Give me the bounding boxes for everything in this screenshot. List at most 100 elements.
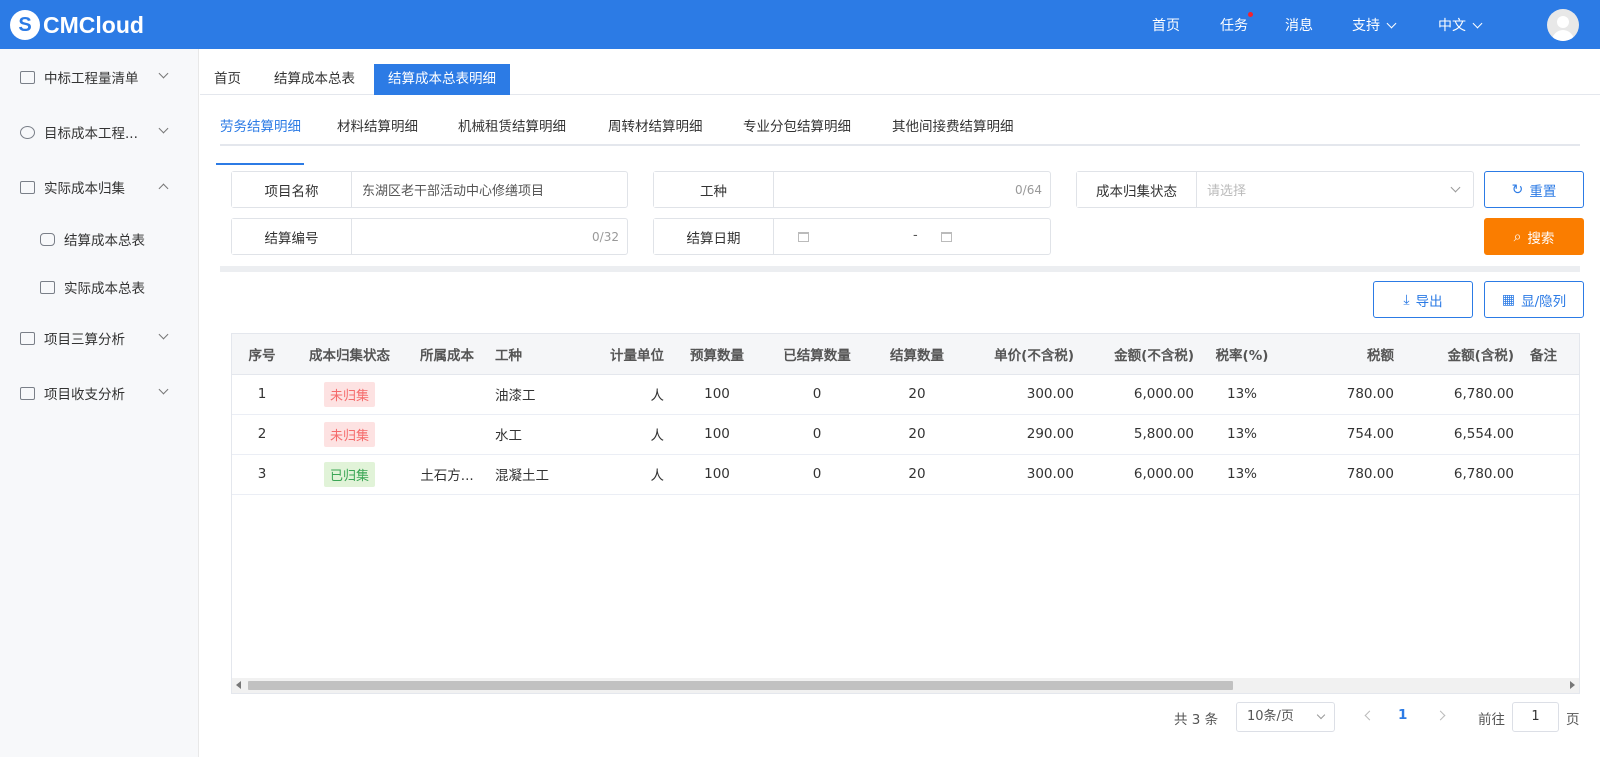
- avatar[interactable]: [1547, 9, 1579, 41]
- cell-no: 3: [232, 454, 292, 495]
- chevron-down-icon: [158, 384, 169, 395]
- cost-status-select[interactable]: 请选择: [1197, 172, 1473, 207]
- settlement-no-label: 结算编号: [232, 219, 352, 254]
- settlement-no-count: 0/32: [592, 229, 619, 244]
- settlement-date-range[interactable]: -: [774, 219, 1050, 254]
- cell-work-type: 水工: [487, 414, 587, 455]
- nav-messages[interactable]: 消息: [1285, 15, 1313, 35]
- column-header: 备注: [1522, 334, 1579, 375]
- subtab-material[interactable]: 材料结算明细: [337, 115, 418, 135]
- toggle-columns-label: 显/隐列: [1521, 293, 1567, 310]
- sidebar-item-label: 中标工程量清单: [44, 71, 139, 87]
- sidebar-item-actual-summary[interactable]: 实际成本总表: [0, 267, 199, 307]
- subtab-subcontract[interactable]: 专业分包结算明细: [743, 115, 851, 135]
- settlement-date-field: 结算日期 -: [653, 218, 1051, 255]
- tab-settlement-detail[interactable]: 结算成本总表明细: [374, 64, 510, 95]
- refresh-icon: ↻: [1511, 181, 1524, 198]
- avatar-body-icon: [1552, 30, 1574, 41]
- scrollbar-thumb[interactable]: [248, 681, 1233, 690]
- cell-unit-price: 300.00: [962, 374, 1082, 415]
- table-row[interactable]: 1 未归集 油漆工 人 100 0 20 300.00 6,000.00 13%…: [232, 374, 1579, 415]
- settlement-no-input[interactable]: 0/32: [352, 219, 627, 254]
- cost-status-label: 成本归集状态: [1077, 172, 1197, 207]
- reset-button[interactable]: ↻ 重置: [1484, 171, 1584, 208]
- project-name-label: 项目名称: [232, 172, 352, 207]
- cell-budget-qty: 100: [672, 414, 762, 455]
- column-header: 工种: [487, 334, 587, 375]
- search-button-label: 搜索: [1527, 230, 1555, 247]
- logo-mark-icon: S: [10, 10, 40, 40]
- cell-work-type: 混凝土工: [487, 454, 587, 495]
- calendar-icon: [798, 232, 809, 242]
- subtab-label: 劳务结算明细: [220, 119, 301, 135]
- section-divider: [220, 266, 1580, 272]
- sidebar-item-label: 结算成本总表: [64, 233, 145, 249]
- work-type-input[interactable]: 0/64: [774, 172, 1050, 207]
- cell-tax-rate: 13%: [1202, 454, 1282, 495]
- toggle-columns-button[interactable]: ▦ 显/隐列: [1484, 281, 1584, 318]
- calculator-icon: [40, 280, 55, 294]
- prev-page-icon[interactable]: [1364, 710, 1375, 721]
- cell-settlement-qty: 20: [872, 414, 962, 455]
- cell-unit: 人: [587, 374, 672, 415]
- sidebar-item-settlement-summary[interactable]: 结算成本总表: [0, 219, 199, 259]
- cell-remark: [1522, 414, 1579, 455]
- subtab-indirect[interactable]: 其他间接费结算明细: [892, 115, 1014, 135]
- goto-page-input[interactable]: 1: [1512, 702, 1559, 732]
- scroll-left-icon[interactable]: [236, 681, 241, 689]
- logo[interactable]: S CMCloud: [10, 9, 144, 41]
- coins-icon: [40, 232, 55, 246]
- sidebar-item-target-cost[interactable]: 目标成本工程...: [0, 112, 199, 152]
- subtab-machinery[interactable]: 机械租赁结算明细: [458, 115, 566, 135]
- status-badge: 已归集: [323, 461, 375, 487]
- project-name-input[interactable]: 东湖区老干部活动中心修缮项目: [352, 172, 627, 207]
- nav-home[interactable]: 首页: [1152, 15, 1180, 35]
- chevron-down-icon: [158, 123, 169, 134]
- column-header: 序号: [232, 334, 292, 375]
- document-icon: [20, 70, 35, 84]
- nav-tasks[interactable]: 任务: [1220, 11, 1253, 35]
- cell-tax: 754.00: [1282, 414, 1402, 455]
- current-page[interactable]: 1: [1398, 707, 1407, 723]
- cell-status: 未归集: [292, 414, 407, 455]
- download-icon: ⤓: [1403, 291, 1410, 308]
- column-header: 税率(%): [1202, 334, 1282, 375]
- column-header: 单价(不含税): [962, 334, 1082, 375]
- cell-settled-qty: 0: [762, 454, 872, 495]
- chevron-down-icon: [1450, 182, 1461, 193]
- sidebar-item-bid-bill[interactable]: 中标工程量清单: [0, 57, 199, 97]
- sidebar-item-income-expense[interactable]: 项目收支分析: [0, 373, 199, 413]
- page-size-select[interactable]: 10条/页: [1236, 702, 1335, 732]
- scroll-right-icon[interactable]: [1570, 681, 1575, 689]
- table-row[interactable]: 2 未归集 水工 人 100 0 20 290.00 5,800.00 13% …: [232, 414, 1579, 455]
- sidebar-item-label: 实际成本总表: [64, 281, 145, 297]
- export-button[interactable]: ⤓ 导出: [1373, 281, 1473, 318]
- cell-remark: [1522, 454, 1579, 495]
- sidebar-item-actual-cost[interactable]: 实际成本归集: [0, 167, 199, 207]
- cell-cost: 土石方...: [407, 454, 487, 495]
- sidebar-item-three-calc[interactable]: 项目三算分析: [0, 318, 199, 358]
- chevron-down-icon: [158, 329, 169, 340]
- cell-status: 未归集: [292, 374, 407, 415]
- next-page-icon[interactable]: [1435, 710, 1446, 721]
- subtab-turnover[interactable]: 周转材结算明细: [608, 115, 703, 135]
- grid-icon: ▦: [1501, 291, 1516, 308]
- nav-language[interactable]: 中文: [1438, 15, 1483, 35]
- column-header: 已结算数量: [762, 334, 872, 375]
- tab-settlement-summary[interactable]: 结算成本总表: [260, 64, 369, 95]
- active-tab-indicator: [216, 163, 304, 165]
- cost-status-placeholder: 请选择: [1207, 184, 1247, 199]
- horizontal-scrollbar[interactable]: [232, 678, 1579, 693]
- table-row[interactable]: 3 已归集 土石方... 混凝土工 人 100 0 20 300.00 6,00…: [232, 454, 1579, 495]
- search-button[interactable]: ⌕ 搜索: [1484, 218, 1584, 255]
- cell-amount: 6,000.00: [1082, 374, 1202, 415]
- tab-home[interactable]: 首页: [200, 64, 255, 95]
- work-type-count: 0/64: [1015, 182, 1042, 197]
- cell-status: 已归集: [292, 454, 407, 495]
- subtab-labor[interactable]: 劳务结算明细: [216, 115, 304, 165]
- settlement-date-label: 结算日期: [654, 219, 774, 254]
- cell-total: 6,780.00: [1402, 374, 1522, 415]
- nav-support[interactable]: 支持: [1352, 15, 1397, 35]
- cell-amount: 6,000.00: [1082, 454, 1202, 495]
- nav-support-label: 支持: [1352, 17, 1380, 34]
